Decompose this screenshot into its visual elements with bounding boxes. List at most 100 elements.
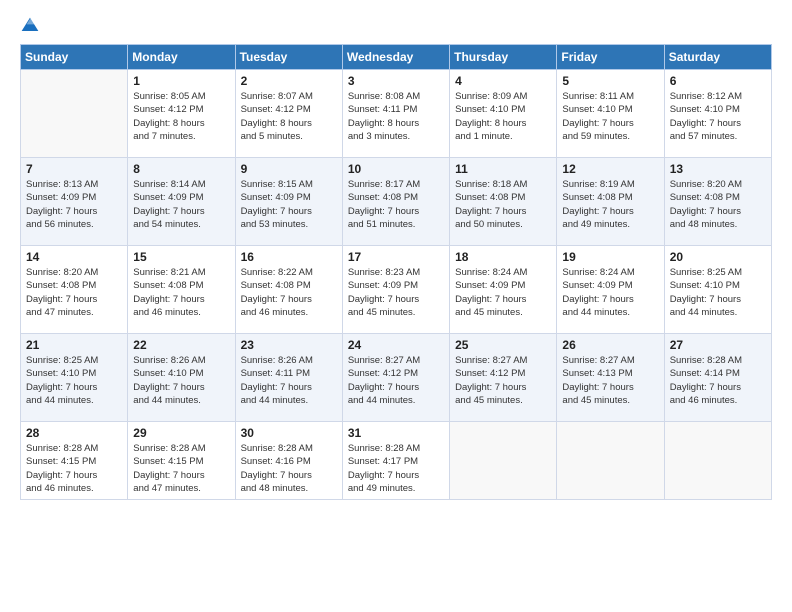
calendar-cell: 2 Sunrise: 8:07 AMSunset: 4:12 PMDaylight…	[235, 70, 342, 158]
calendar-cell: 18 Sunrise: 8:24 AMSunset: 4:09 PMDayligh…	[450, 246, 557, 334]
day-number: 22	[133, 338, 229, 352]
day-number: 16	[241, 250, 337, 264]
day-number: 4	[455, 74, 551, 88]
calendar-cell: 10 Sunrise: 8:17 AMSunset: 4:08 PMDayligh…	[342, 158, 449, 246]
day-info: Sunrise: 8:26 AMSunset: 4:10 PMDaylight:…	[133, 354, 229, 407]
day-info: Sunrise: 8:24 AMSunset: 4:09 PMDaylight:…	[562, 266, 658, 319]
calendar-cell: 15Sunrise: 8:21 AMSunset: 4:08 PMDayligh…	[128, 246, 235, 334]
day-info: Sunrise: 8:28 AMSunset: 4:17 PMDaylight:…	[348, 442, 444, 495]
calendar-cell: 12 Sunrise: 8:19 AMSunset: 4:08 PMDayligh…	[557, 158, 664, 246]
calendar-cell: 16 Sunrise: 8:22 AMSunset: 4:08 PMDayligh…	[235, 246, 342, 334]
day-info: Sunrise: 8:28 AMSunset: 4:14 PMDaylight:…	[670, 354, 766, 407]
day-number: 17	[348, 250, 444, 264]
calendar-day-header: Tuesday	[235, 45, 342, 70]
day-number: 1	[133, 74, 229, 88]
calendar-cell: 6 Sunrise: 8:12 AMSunset: 4:10 PMDaylight…	[664, 70, 771, 158]
calendar-cell: 13 Sunrise: 8:20 AMSunset: 4:08 PMDayligh…	[664, 158, 771, 246]
calendar-header-row: SundayMondayTuesdayWednesdayThursdayFrid…	[21, 45, 772, 70]
calendar-cell: 20Sunrise: 8:25 AMSunset: 4:10 PMDayligh…	[664, 246, 771, 334]
calendar-cell: 22 Sunrise: 8:26 AMSunset: 4:10 PMDayligh…	[128, 334, 235, 422]
day-number: 10	[348, 162, 444, 176]
calendar-cell: 17 Sunrise: 8:23 AMSunset: 4:09 PMDayligh…	[342, 246, 449, 334]
calendar-cell	[557, 422, 664, 500]
day-number: 24	[348, 338, 444, 352]
day-info: Sunrise: 8:26 AMSunset: 4:11 PMDaylight:…	[241, 354, 337, 407]
page: SundayMondayTuesdayWednesdayThursdayFrid…	[0, 0, 792, 612]
day-number: 14	[26, 250, 122, 264]
calendar-day-header: Monday	[128, 45, 235, 70]
day-number: 6	[670, 74, 766, 88]
calendar-cell: 28 Sunrise: 8:28 AMSunset: 4:15 PMDayligh…	[21, 422, 128, 500]
day-number: 31	[348, 426, 444, 440]
day-number: 5	[562, 74, 658, 88]
day-info: Sunrise: 8:28 AMSunset: 4:15 PMDaylight:…	[133, 442, 229, 495]
day-info: Sunrise: 8:27 AMSunset: 4:12 PMDaylight:…	[348, 354, 444, 407]
logo	[20, 16, 44, 36]
logo-icon	[20, 16, 40, 36]
day-number: 29	[133, 426, 229, 440]
day-number: 15	[133, 250, 229, 264]
calendar-cell: 11 Sunrise: 8:18 AMSunset: 4:08 PMDayligh…	[450, 158, 557, 246]
day-info: Sunrise: 8:18 AMSunset: 4:08 PMDaylight:…	[455, 178, 551, 231]
calendar-day-header: Wednesday	[342, 45, 449, 70]
calendar-cell: 27 Sunrise: 8:28 AMSunset: 4:14 PMDayligh…	[664, 334, 771, 422]
calendar: SundayMondayTuesdayWednesdayThursdayFrid…	[20, 44, 772, 500]
day-number: 28	[26, 426, 122, 440]
day-number: 23	[241, 338, 337, 352]
day-info: Sunrise: 8:08 AMSunset: 4:11 PMDaylight:…	[348, 90, 444, 143]
calendar-cell: 25 Sunrise: 8:27 AMSunset: 4:12 PMDayligh…	[450, 334, 557, 422]
calendar-cell: 19 Sunrise: 8:24 AMSunset: 4:09 PMDayligh…	[557, 246, 664, 334]
day-info: Sunrise: 8:19 AMSunset: 4:08 PMDaylight:…	[562, 178, 658, 231]
day-info: Sunrise: 8:25 AMSunset: 4:10 PMDaylight:…	[26, 354, 122, 407]
day-info: Sunrise: 8:25 AMSunset: 4:10 PMDaylight:…	[670, 266, 766, 319]
calendar-cell: 26 Sunrise: 8:27 AMSunset: 4:13 PMDayligh…	[557, 334, 664, 422]
day-number: 21	[26, 338, 122, 352]
day-number: 2	[241, 74, 337, 88]
calendar-cell: 7Sunrise: 8:13 AMSunset: 4:09 PMDaylight…	[21, 158, 128, 246]
day-number: 26	[562, 338, 658, 352]
calendar-cell: 24 Sunrise: 8:27 AMSunset: 4:12 PMDayligh…	[342, 334, 449, 422]
day-info: Sunrise: 8:20 AMSunset: 4:08 PMDaylight:…	[670, 178, 766, 231]
calendar-cell: 3Sunrise: 8:08 AMSunset: 4:11 PMDaylight…	[342, 70, 449, 158]
calendar-cell: 1 Sunrise: 8:05 AMSunset: 4:12 PMDaylight…	[128, 70, 235, 158]
calendar-day-header: Friday	[557, 45, 664, 70]
calendar-cell: 29 Sunrise: 8:28 AMSunset: 4:15 PMDayligh…	[128, 422, 235, 500]
day-info: Sunrise: 8:27 AMSunset: 4:13 PMDaylight:…	[562, 354, 658, 407]
day-number: 7	[26, 162, 122, 176]
day-number: 8	[133, 162, 229, 176]
day-info: Sunrise: 8:07 AMSunset: 4:12 PMDaylight:…	[241, 90, 337, 143]
day-info: Sunrise: 8:12 AMSunset: 4:10 PMDaylight:…	[670, 90, 766, 143]
calendar-cell: 9 Sunrise: 8:15 AMSunset: 4:09 PMDaylight…	[235, 158, 342, 246]
day-info: Sunrise: 8:28 AMSunset: 4:16 PMDaylight:…	[241, 442, 337, 495]
day-info: Sunrise: 8:27 AMSunset: 4:12 PMDaylight:…	[455, 354, 551, 407]
calendar-cell: 5 Sunrise: 8:11 AMSunset: 4:10 PMDaylight…	[557, 70, 664, 158]
header	[20, 16, 772, 36]
calendar-cell: 4 Sunrise: 8:09 AMSunset: 4:10 PMDaylight…	[450, 70, 557, 158]
calendar-cell: 31 Sunrise: 8:28 AMSunset: 4:17 PMDayligh…	[342, 422, 449, 500]
day-number: 25	[455, 338, 551, 352]
day-info: Sunrise: 8:22 AMSunset: 4:08 PMDaylight:…	[241, 266, 337, 319]
day-info: Sunrise: 8:23 AMSunset: 4:09 PMDaylight:…	[348, 266, 444, 319]
day-info: Sunrise: 8:11 AMSunset: 4:10 PMDaylight:…	[562, 90, 658, 143]
day-number: 19	[562, 250, 658, 264]
day-info: Sunrise: 8:24 AMSunset: 4:09 PMDaylight:…	[455, 266, 551, 319]
day-info: Sunrise: 8:09 AMSunset: 4:10 PMDaylight:…	[455, 90, 551, 143]
day-number: 9	[241, 162, 337, 176]
day-number: 18	[455, 250, 551, 264]
day-info: Sunrise: 8:05 AMSunset: 4:12 PMDaylight:…	[133, 90, 229, 143]
day-number: 13	[670, 162, 766, 176]
day-info: Sunrise: 8:15 AMSunset: 4:09 PMDaylight:…	[241, 178, 337, 231]
calendar-cell: 14Sunrise: 8:20 AMSunset: 4:08 PMDayligh…	[21, 246, 128, 334]
calendar-cell: 21 Sunrise: 8:25 AMSunset: 4:10 PMDayligh…	[21, 334, 128, 422]
day-info: Sunrise: 8:17 AMSunset: 4:08 PMDaylight:…	[348, 178, 444, 231]
day-number: 27	[670, 338, 766, 352]
calendar-cell	[664, 422, 771, 500]
calendar-cell: 30 Sunrise: 8:28 AMSunset: 4:16 PMDayligh…	[235, 422, 342, 500]
day-info: Sunrise: 8:28 AMSunset: 4:15 PMDaylight:…	[26, 442, 122, 495]
day-number: 30	[241, 426, 337, 440]
calendar-cell	[21, 70, 128, 158]
day-number: 12	[562, 162, 658, 176]
calendar-cell: 8Sunrise: 8:14 AMSunset: 4:09 PMDaylight…	[128, 158, 235, 246]
calendar-day-header: Sunday	[21, 45, 128, 70]
day-number: 11	[455, 162, 551, 176]
